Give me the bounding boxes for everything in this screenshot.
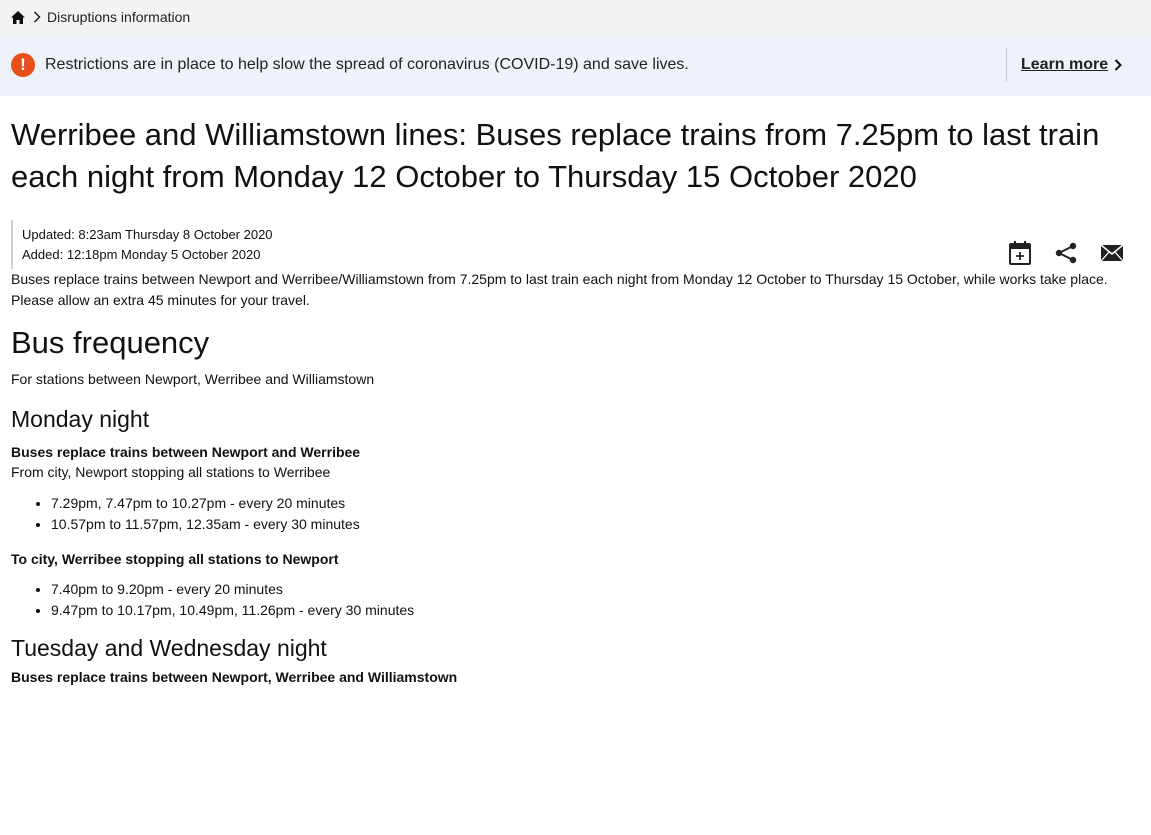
alert-icon: ! — [11, 53, 35, 77]
monday-bold-line: Buses replace trains between Newport and… — [11, 444, 361, 460]
page-title: Werribee and Williamstown lines: Buses r… — [11, 117, 1100, 194]
home-icon[interactable] — [11, 10, 25, 24]
chevron-right-icon — [1114, 59, 1123, 71]
chevron-right-icon — [33, 11, 41, 23]
alert-text: Restrictions are in place to help slow t… — [45, 56, 689, 73]
list-item: 7.40pm to 9.20pm - every 20 minutes — [51, 579, 1140, 600]
meta-info: Updated: 8:23am Thursday 8 October 2020 … — [11, 220, 1140, 269]
updated-date: Updated: 8:23am Thursday 8 October 2020 — [22, 227, 273, 242]
learn-more-link[interactable]: Learn more — [1021, 56, 1108, 74]
allow-time-paragraph: Please allow an extra 45 minutes for you… — [11, 292, 310, 308]
list-item: 10.57pm to 11.57pm, 12.35am - every 30 m… — [51, 514, 1140, 535]
bus-frequency-heading: Bus frequency — [11, 325, 210, 360]
email-icon[interactable] — [1099, 240, 1125, 266]
alert-link-container: Learn more — [1006, 48, 1123, 82]
tuesday-heading: Tuesday and Wednesday night — [11, 635, 327, 661]
calendar-add-icon[interactable] — [1007, 240, 1033, 266]
monday-to-city: To city, Werribee stopping all stations … — [11, 551, 339, 567]
monday-from-times: 7.29pm, 7.47pm to 10.27pm - every 20 min… — [11, 493, 1140, 535]
action-buttons — [1007, 240, 1125, 266]
covid-alert-banner: ! Restrictions are in place to help slow… — [0, 34, 1151, 96]
intro-paragraph: Buses replace trains between Newport and… — [11, 271, 1108, 287]
breadcrumb: Disruptions information — [0, 0, 1151, 34]
monday-heading: Monday night — [11, 406, 150, 432]
list-item: 7.29pm, 7.47pm to 10.27pm - every 20 min… — [51, 493, 1140, 514]
list-item: 9.47pm to 10.17pm, 10.49pm, 11.26pm - ev… — [51, 600, 1140, 621]
share-icon[interactable] — [1053, 240, 1079, 266]
tuesday-bold-line: Buses replace trains between Newport, We… — [11, 669, 458, 685]
main-content: Werribee and Williamstown lines: Buses r… — [0, 114, 1151, 687]
added-date: Added: 12:18pm Monday 5 October 2020 — [22, 247, 261, 262]
bus-frequency-subtitle: For stations between Newport, Werribee a… — [11, 371, 375, 387]
breadcrumb-current: Disruptions information — [47, 9, 191, 25]
monday-from-city: From city, Newport stopping all stations… — [11, 464, 331, 480]
monday-to-times: 7.40pm to 9.20pm - every 20 minutes 9.47… — [11, 579, 1140, 621]
